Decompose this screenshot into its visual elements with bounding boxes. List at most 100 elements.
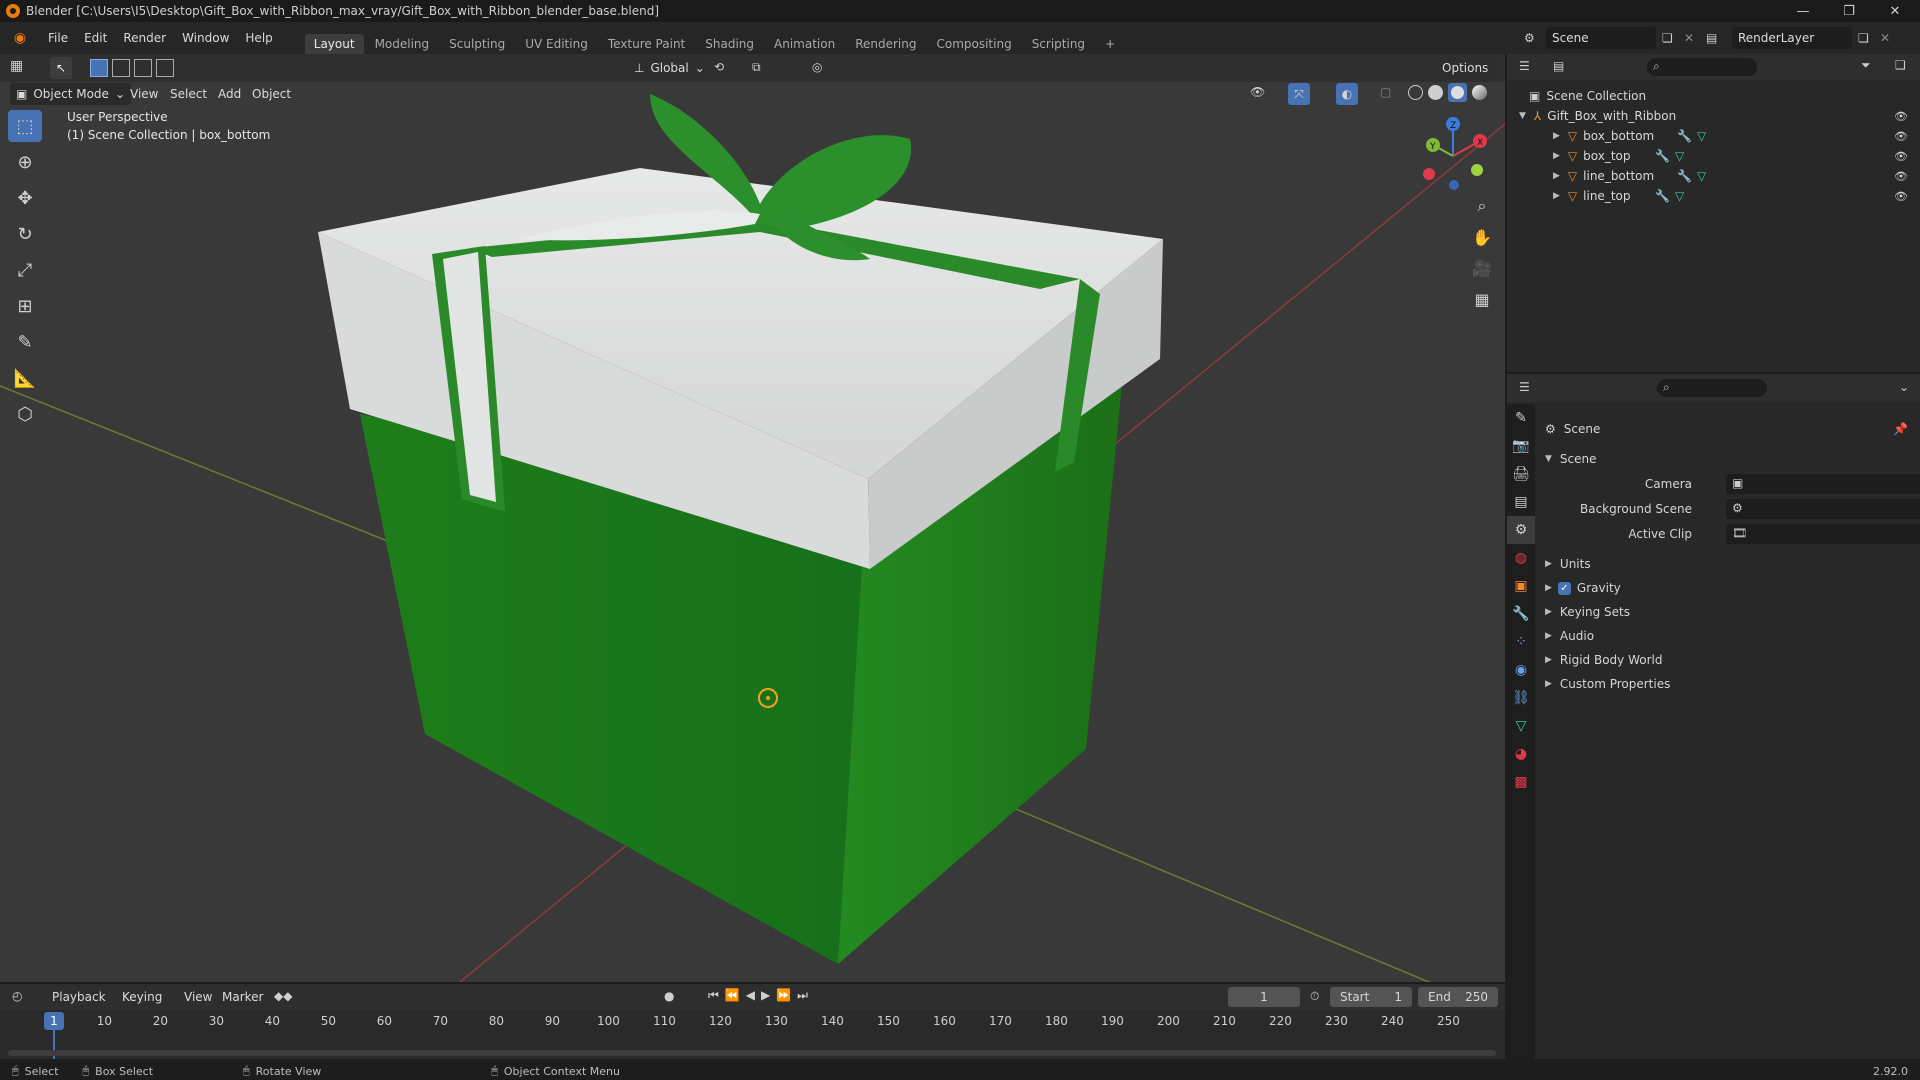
- restore-button[interactable]: ❐: [1826, 0, 1872, 22]
- timeline-editor-icon[interactable]: ◴: [12, 989, 22, 1003]
- properties-editor-icon[interactable]: ☰: [1519, 380, 1530, 394]
- tab-scripting[interactable]: Scripting: [1023, 34, 1094, 54]
- pan-hand-icon[interactable]: ✋: [1468, 223, 1496, 251]
- expand-right-icon[interactable]: ▶: [1553, 131, 1560, 141]
- clock-icon[interactable]: ⏱: [1310, 989, 1319, 1004]
- particles-tab-icon[interactable]: ⁘: [1507, 628, 1535, 656]
- mesh-data-icon[interactable]: ▽: [1675, 149, 1684, 163]
- current-frame-field[interactable]: 1: [1228, 987, 1300, 1007]
- physics-tab-icon[interactable]: ◉: [1507, 656, 1535, 684]
- expand-down-icon[interactable]: ▼: [1519, 111, 1526, 121]
- gravity-panel[interactable]: ▶ ✓ Gravity: [1535, 577, 1920, 599]
- render-layer-selector[interactable]: RenderLayer: [1732, 27, 1852, 49]
- end-frame-field[interactable]: End 250: [1418, 987, 1498, 1007]
- eye-icon[interactable]: 👁: [1894, 150, 1908, 163]
- menu-edit[interactable]: Edit: [76, 31, 115, 45]
- eye-icon[interactable]: 👁: [1894, 190, 1908, 203]
- modifier-tab-icon[interactable]: 🔧: [1507, 600, 1535, 628]
- new-collection-icon[interactable]: ❏: [1895, 58, 1906, 72]
- move-tool[interactable]: ✥: [8, 182, 42, 214]
- cursor-tool[interactable]: ⊕: [8, 146, 42, 178]
- material-tab-icon[interactable]: ◕: [1507, 740, 1535, 768]
- world-tab-icon[interactable]: ◍: [1507, 544, 1535, 572]
- close-button[interactable]: ✕: [1872, 0, 1918, 22]
- audio-panel[interactable]: ▶ Audio: [1535, 625, 1920, 647]
- gravity-checkbox[interactable]: ✓: [1557, 581, 1571, 595]
- outliner-row-box-bottom[interactable]: ▶ ▽ box_bottom 🔧 ▽ 👁: [1507, 126, 1920, 146]
- expand-right-icon[interactable]: ▶: [1553, 151, 1560, 161]
- menu-playback[interactable]: Playback: [44, 986, 114, 1008]
- keying-sets-panel[interactable]: ▶ Keying Sets: [1535, 601, 1920, 623]
- transform-tool[interactable]: ⊞: [8, 290, 42, 322]
- scene-selector[interactable]: Scene: [1546, 27, 1656, 49]
- add-workspace-button[interactable]: +: [1096, 34, 1124, 54]
- tab-modeling[interactable]: Modeling: [366, 34, 439, 54]
- annotate-tool[interactable]: ✎: [8, 326, 42, 358]
- tab-sculpting[interactable]: Sculpting: [440, 34, 514, 54]
- ortho-grid-icon[interactable]: ▦: [1468, 285, 1496, 313]
- constraints-tab-icon[interactable]: ⛓: [1507, 684, 1535, 712]
- measure-tool[interactable]: 📐: [8, 362, 42, 394]
- select-box-tool[interactable]: ⬚: [8, 110, 42, 142]
- modifier-wrench-icon[interactable]: 🔧: [1655, 189, 1670, 203]
- rigid-body-world-panel[interactable]: ▶ Rigid Body World: [1535, 649, 1920, 671]
- add-cube-tool[interactable]: ⬡: [8, 398, 42, 430]
- tab-animation[interactable]: Animation: [765, 34, 844, 54]
- output-tab-icon[interactable]: 🖨: [1507, 460, 1535, 488]
- texture-tab-icon[interactable]: ▩: [1507, 768, 1535, 796]
- expand-right-icon[interactable]: ▶: [1553, 171, 1560, 181]
- modifier-wrench-icon[interactable]: 🔧: [1655, 149, 1670, 163]
- tab-texture-paint[interactable]: Texture Paint: [599, 34, 694, 54]
- menu-help[interactable]: Help: [237, 31, 280, 45]
- eye-icon[interactable]: 👁: [1894, 130, 1908, 143]
- render-tab-icon[interactable]: 📷: [1507, 432, 1535, 460]
- camera-field[interactable]: ▣✒: [1726, 474, 1920, 494]
- data-tab-icon[interactable]: ▽: [1507, 712, 1535, 740]
- menu-render[interactable]: Render: [115, 31, 174, 45]
- tab-uv-editing[interactable]: UV Editing: [516, 34, 597, 54]
- tab-rendering[interactable]: Rendering: [846, 34, 925, 54]
- tool-tab-icon[interactable]: ✎: [1507, 404, 1535, 432]
- eye-icon[interactable]: 👁: [1894, 170, 1908, 183]
- new-scene-icon[interactable]: ❏: [1662, 31, 1684, 45]
- tab-layout[interactable]: Layout: [304, 34, 364, 54]
- timeline-area[interactable]: 1 10 20 30 40 50 60 70 80 90 100 110 120 130 140 150 160…: [0, 1010, 1505, 1059]
- navigation-gizmo[interactable]: Z X Y: [1413, 112, 1493, 192]
- filter-icon[interactable]: ⏷: [1861, 58, 1871, 73]
- zoom-icon[interactable]: ⌕: [1468, 192, 1496, 220]
- object-tab-icon[interactable]: ▣: [1507, 572, 1535, 600]
- delete-layer-icon[interactable]: ✕: [1880, 31, 1894, 45]
- menu-file[interactable]: File: [40, 31, 76, 45]
- mesh-data-icon[interactable]: ▽: [1675, 189, 1684, 203]
- tab-compositing[interactable]: Compositing: [927, 34, 1020, 54]
- expand-right-icon[interactable]: ▶: [1553, 191, 1560, 201]
- menu-keying[interactable]: Keying: [114, 986, 170, 1008]
- blender-menu-icon[interactable]: ◉: [6, 27, 34, 49]
- playback-controls[interactable]: ⏮⏪◀▶⏩⏭: [708, 988, 814, 1003]
- custom-properties-panel[interactable]: ▶ Custom Properties: [1535, 673, 1920, 695]
- timeline-scrollbar[interactable]: [8, 1050, 1496, 1056]
- scene-tab-icon[interactable]: ⚙: [1507, 516, 1535, 544]
- outliner-row-line-bottom[interactable]: ▶ ▽ line_bottom 🔧 ▽ 👁: [1507, 166, 1920, 186]
- outliner-editor-icon[interactable]: ☰: [1519, 59, 1530, 73]
- record-icon[interactable]: ●: [664, 989, 674, 1003]
- units-panel[interactable]: ▶ Units: [1535, 553, 1920, 575]
- view-layer-tab-icon[interactable]: ▤: [1507, 488, 1535, 516]
- modifier-wrench-icon[interactable]: 🔧: [1677, 129, 1692, 143]
- background-scene-field[interactable]: ⚙: [1726, 499, 1920, 519]
- new-layer-icon[interactable]: ❏: [1858, 31, 1880, 45]
- mesh-data-icon[interactable]: ▽: [1697, 169, 1706, 183]
- start-frame-field[interactable]: Start 1: [1330, 987, 1412, 1007]
- menu-window[interactable]: Window: [174, 31, 237, 45]
- delete-scene-icon[interactable]: ✕: [1684, 31, 1698, 45]
- pin-icon[interactable]: 📌: [1893, 422, 1908, 436]
- chevron-down-icon[interactable]: ⌄: [1899, 380, 1909, 394]
- camera-view-icon[interactable]: 🎥: [1468, 254, 1496, 282]
- outliner-row-scene-collection[interactable]: ▣ Scene Collection: [1507, 86, 1920, 106]
- properties-search-input[interactable]: ⌕: [1657, 379, 1767, 397]
- modifier-wrench-icon[interactable]: 🔧: [1677, 169, 1692, 183]
- outliner-row-line-top[interactable]: ▶ ▽ line_top 🔧 ▽ 👁: [1507, 186, 1920, 206]
- mesh-data-icon[interactable]: ▽: [1697, 129, 1706, 143]
- keyframe-icons[interactable]: ◆◆: [274, 989, 292, 1003]
- display-mode-icon[interactable]: ▤: [1553, 59, 1564, 73]
